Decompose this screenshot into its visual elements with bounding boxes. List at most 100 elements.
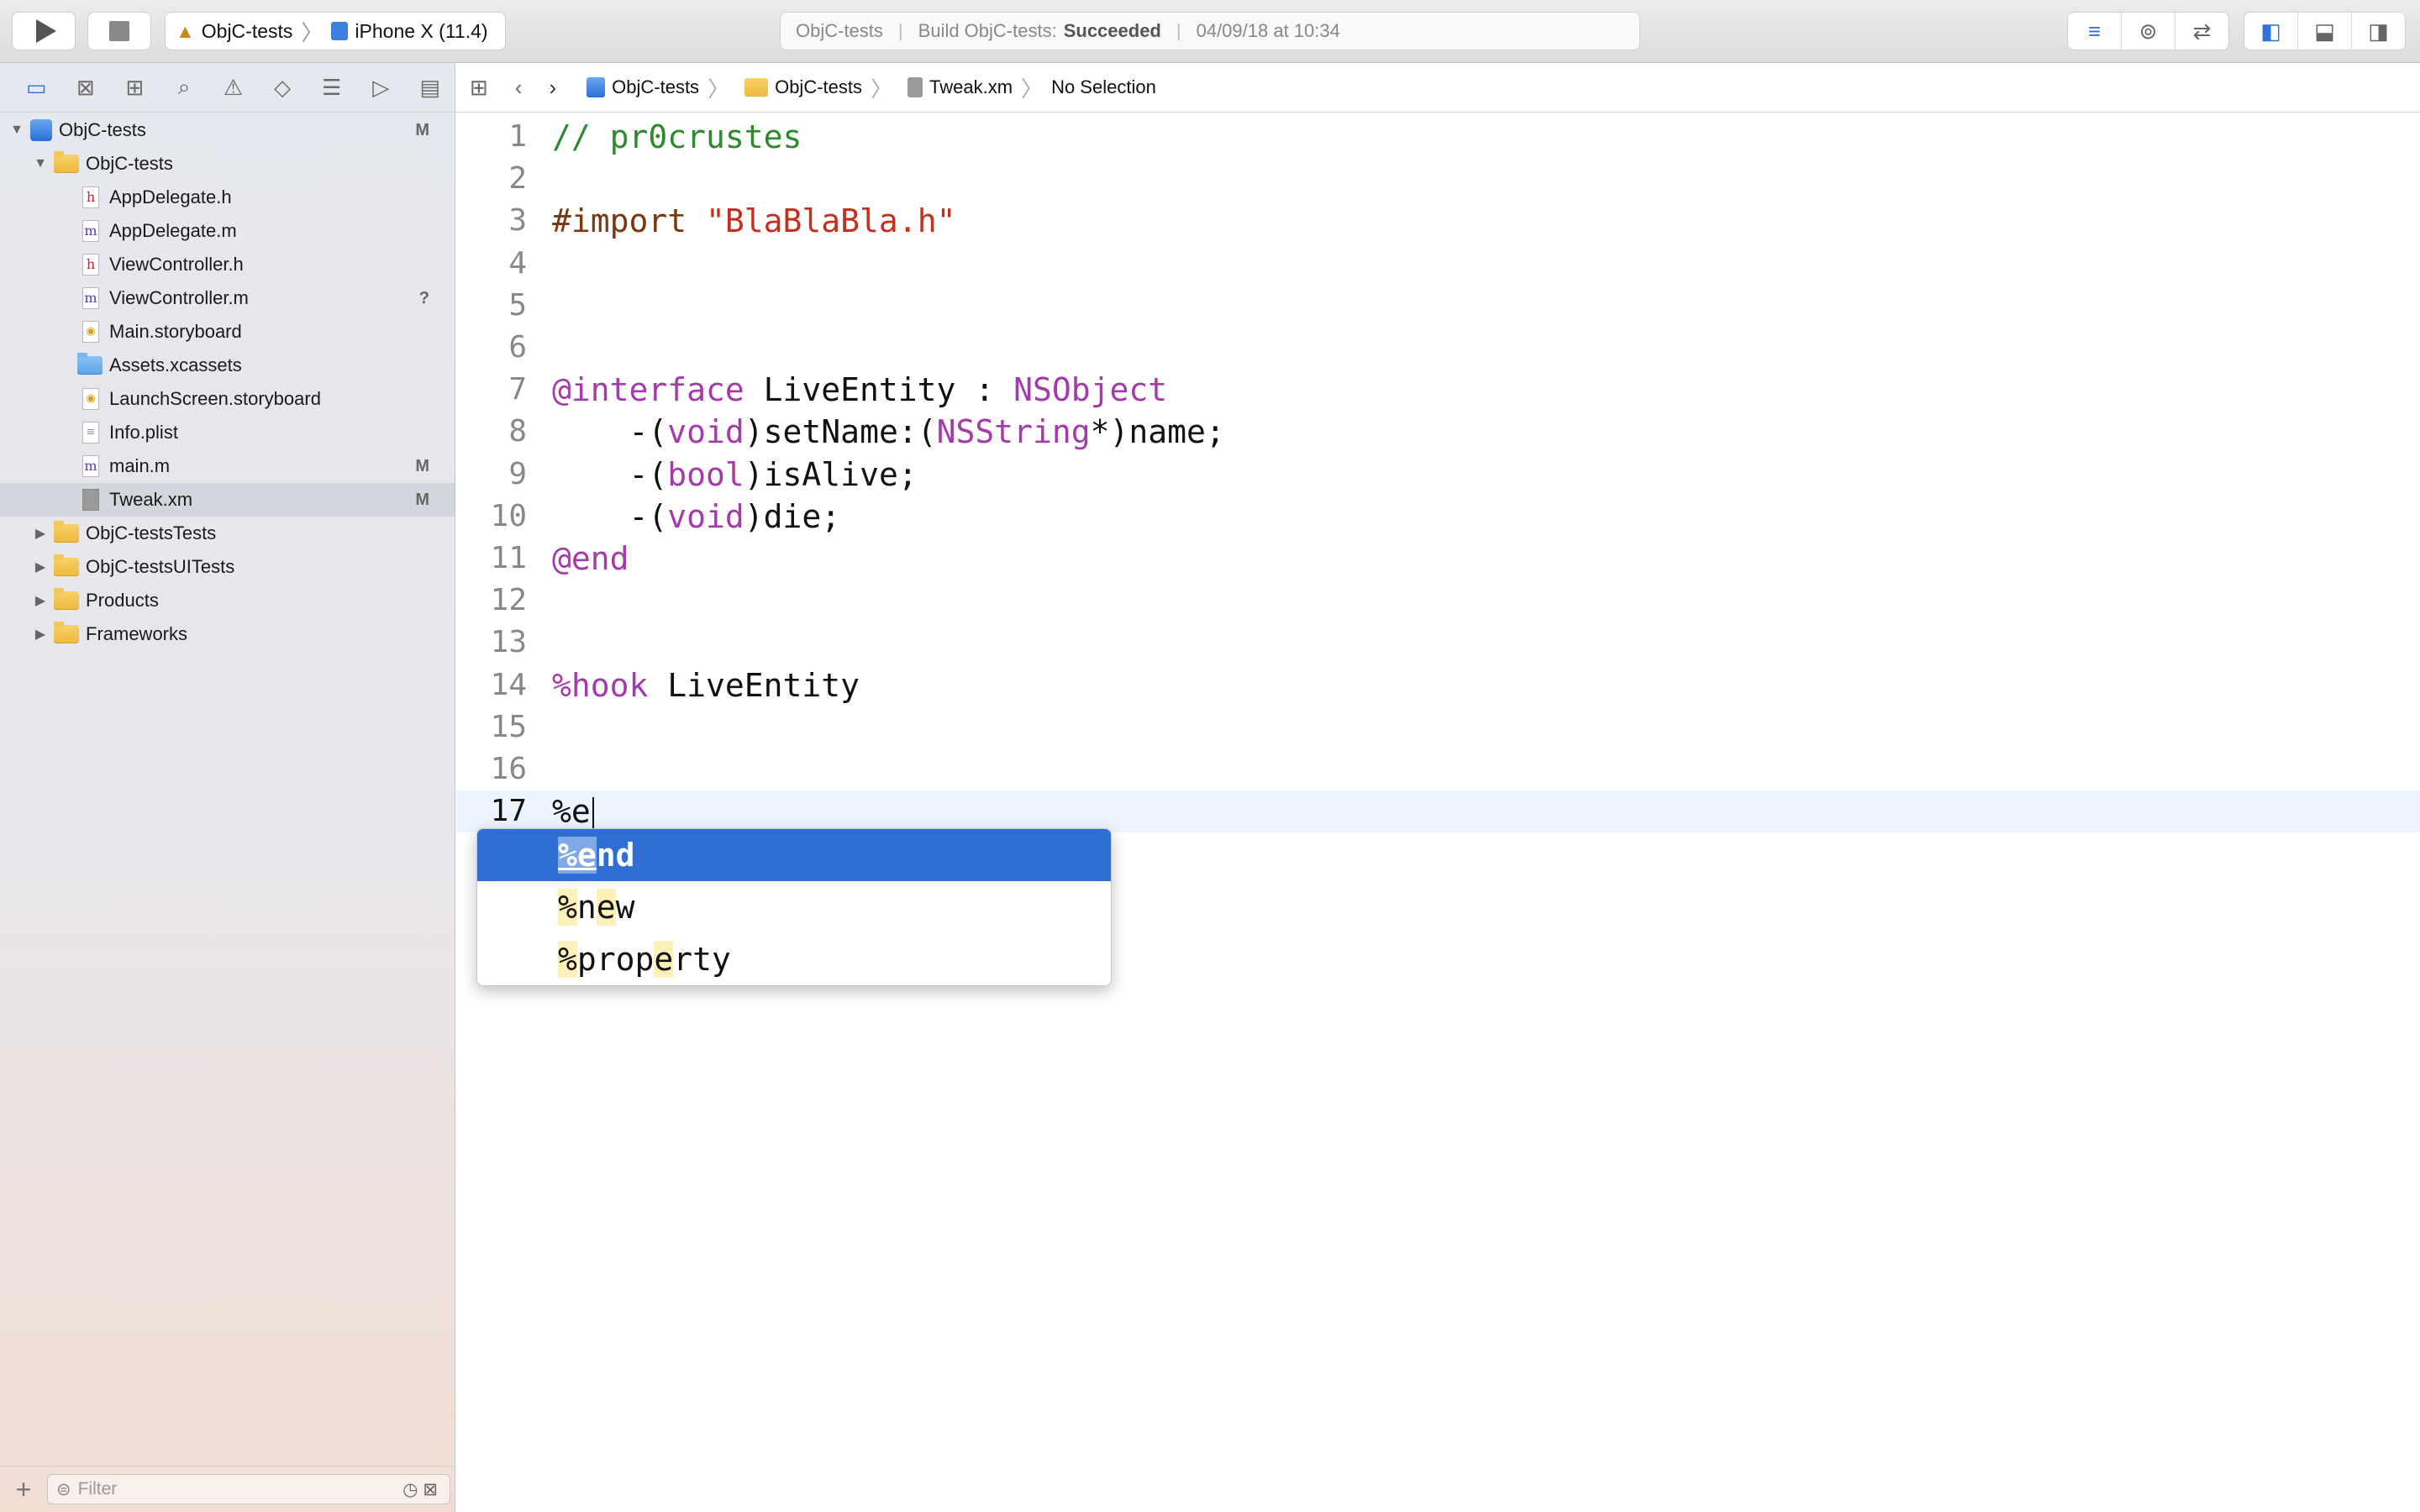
code-line[interactable]: 13 [456, 622, 2420, 664]
code-line[interactable]: 11 @end [456, 538, 2420, 580]
code-line[interactable]: 17 %e [456, 790, 2420, 833]
completion-item[interactable]: %property [477, 933, 1111, 985]
completion-item-selected[interactable]: %end [477, 829, 1111, 881]
breadcrumb-project[interactable]: ObjC-tests [612, 76, 699, 98]
report-navigator-icon[interactable]: ▤ [406, 63, 455, 112]
tree-row-project-root[interactable]: ▼ ObjC-tests M [0, 113, 455, 147]
destination-name[interactable]: iPhone X (11.4) [355, 20, 487, 43]
back-arrow-icon[interactable]: ‹ [515, 75, 523, 101]
line-number: 14 [490, 667, 527, 702]
code-line[interactable]: 3 #import "BlaBlaBla.h" [456, 200, 2420, 242]
header-file-icon: h [82, 254, 99, 276]
disclosure-open-icon[interactable]: ▼ [34, 156, 47, 171]
code-text[interactable]: %e [552, 790, 594, 832]
folder-icon [54, 521, 79, 543]
tree-row-group-objc-tests[interactable]: ▼ ObjC-tests [0, 147, 455, 181]
breadcrumb-symbol[interactable]: No Selection [1051, 76, 1156, 98]
debug-navigator-icon[interactable]: ☰ [307, 63, 356, 112]
code-text[interactable]: #import "BlaBlaBla.h" [552, 200, 955, 242]
divider: | [1176, 20, 1181, 41]
code-text[interactable]: -(bool)isAlive; [552, 454, 918, 496]
code-text[interactable]: -(void)setName:(NSString*)name; [552, 411, 1225, 453]
folder-icon [54, 588, 79, 610]
tree-row-file[interactable]: m AppDelegate.m [0, 214, 455, 248]
navigator-toggle-icon[interactable]: ◧ [2244, 13, 2298, 50]
tree-row-file[interactable]: h AppDelegate.h [0, 181, 455, 214]
assistant-editor-icon[interactable]: ⊚ [2122, 13, 2175, 50]
debug-area-toggle-icon[interactable]: ⬓ [2298, 13, 2352, 50]
code-line[interactable]: 6 [456, 327, 2420, 369]
code-line[interactable]: 7 @interface LiveEntity : NSObject [456, 369, 2420, 411]
divider: | [897, 20, 903, 41]
code-text[interactable]: -(void)die; [552, 496, 841, 538]
code-line[interactable]: 15 [456, 706, 2420, 748]
disclosure-closed-icon[interactable]: ▶ [34, 525, 47, 542]
tree-item-label: AppDelegate.m [109, 220, 237, 241]
issue-navigator-icon[interactable]: ⚠ [208, 63, 258, 112]
tree-row-group[interactable]: ▶ ObjC-testsUITests [0, 550, 455, 584]
tree-row-file[interactable]: m ViewController.m ? [0, 281, 455, 315]
line-number: 2 [508, 161, 527, 197]
project-navigator-icon[interactable]: ▭ [12, 63, 61, 112]
line-number: 1 [508, 119, 527, 154]
run-button[interactable] [12, 12, 76, 50]
tree-row-group[interactable]: ▶ ObjC-testsTests [0, 517, 455, 550]
completion-rest: n [576, 889, 597, 926]
code-line[interactable]: 2 [456, 158, 2420, 200]
find-navigator-icon[interactable]: ⌕ [160, 63, 209, 112]
completion-rest: rty [673, 941, 731, 978]
code-line[interactable]: 16 [456, 748, 2420, 790]
tree-row-group[interactable]: ▶ Frameworks [0, 617, 455, 651]
completion-item[interactable]: %new [477, 881, 1111, 933]
code-line[interactable]: 12 [456, 580, 2420, 622]
tree-row-file[interactable]: m main.m M [0, 449, 455, 483]
project-navigator: ▭ ⊠ ⊞ ⌕ ⚠ ◇ ☰ ▷ ▤ ▼ ObjC-tests M ▼ ObjC-… [0, 63, 455, 1512]
tree-row-group[interactable]: ▶ Products [0, 584, 455, 617]
code-line[interactable]: 5 [456, 285, 2420, 327]
completion-rest: prop [576, 941, 655, 978]
file-tree: ▼ ObjC-tests M ▼ ObjC-tests h AppDelegat… [0, 113, 455, 651]
code-text[interactable]: @end [552, 538, 629, 580]
code-line[interactable]: 9 -(bool)isAlive; [456, 454, 2420, 496]
source-editor[interactable]: 1 // pr0crustes 2 3 #import "BlaBlaBla.h" 4 5 6… [456, 113, 2420, 1512]
tree-row-file-selected[interactable]: Tweak.xm M [0, 483, 455, 517]
disclosure-closed-icon[interactable]: ▶ [34, 626, 47, 643]
test-navigator-icon[interactable]: ◇ [258, 63, 308, 112]
utilities-toggle-icon[interactable]: ◨ [2352, 13, 2405, 50]
disclosure-open-icon[interactable]: ▼ [10, 123, 24, 138]
forward-arrow-icon[interactable]: › [549, 75, 556, 101]
tree-item-label: ObjC-testsTests [86, 522, 217, 543]
implementation-file-icon: m [82, 220, 99, 242]
line-number: 6 [508, 330, 527, 365]
tree-row-file[interactable]: h ViewController.h [0, 248, 455, 281]
code-text[interactable]: // pr0crustes [552, 116, 802, 158]
symbol-navigator-icon[interactable]: ⊞ [110, 63, 160, 112]
filter-input[interactable]: ⊜ Filter ◷⊠ [47, 1474, 450, 1504]
breakpoint-navigator-icon[interactable]: ▷ [356, 63, 406, 112]
source-control-navigator-icon[interactable]: ⊠ [61, 63, 111, 112]
add-file-button[interactable]: + [0, 1474, 47, 1505]
scheme-selector[interactable]: ▲ ObjC-tests 〉 iPhone X (11.4) [165, 12, 506, 50]
recent-files-filter-icon[interactable]: ◷⊠ [402, 1479, 443, 1500]
code-line[interactable]: 10 -(void)die; [456, 496, 2420, 538]
scheme-name[interactable]: ObjC-tests [202, 20, 293, 43]
tree-item-label: AppDelegate.h [109, 186, 232, 207]
breadcrumb-group[interactable]: ObjC-tests [775, 76, 862, 98]
related-items-icon[interactable]: ⊞ [470, 75, 488, 101]
stop-button[interactable] [87, 12, 151, 50]
code-line[interactable]: 1 // pr0crustes [456, 116, 2420, 158]
code-text[interactable]: %hook LiveEntity [552, 664, 860, 706]
code-line[interactable]: 8 -(void)setName:(NSString*)name; [456, 411, 2420, 453]
tree-row-file[interactable]: Assets.xcassets [0, 349, 455, 382]
version-editor-icon[interactable]: ⇄ [2175, 13, 2228, 50]
tree-row-file[interactable]: ≡ Info.plist [0, 416, 455, 449]
tree-row-file[interactable]: ◉ LaunchScreen.storyboard [0, 382, 455, 416]
code-line[interactable]: 4 [456, 243, 2420, 285]
disclosure-closed-icon[interactable]: ▶ [34, 559, 47, 575]
tree-row-file[interactable]: ◉ Main.storyboard [0, 315, 455, 349]
standard-editor-icon[interactable]: ≡ [2068, 13, 2122, 50]
disclosure-closed-icon[interactable]: ▶ [34, 592, 47, 609]
code-text[interactable]: @interface LiveEntity : NSObject [552, 369, 1167, 411]
code-line[interactable]: 14 %hook LiveEntity [456, 664, 2420, 706]
breadcrumb-file[interactable]: Tweak.xm [929, 76, 1013, 98]
